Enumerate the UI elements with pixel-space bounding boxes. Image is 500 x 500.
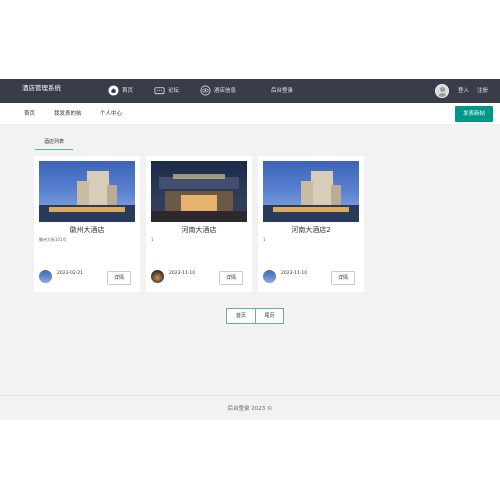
main-content: 酒店列表 徽州大酒店 徽州大街101号 2023-02-21 详情 河南大酒店 … — [0, 125, 500, 395]
author-avatar — [263, 270, 276, 283]
pagination: 首页 尾页 — [226, 308, 284, 324]
home-icon — [108, 85, 119, 96]
eye-icon — [200, 85, 211, 96]
hotel-title[interactable]: 河南大酒店2 — [258, 225, 364, 235]
subnav-my-posts[interactable]: 我发表的帖 — [54, 109, 82, 119]
detail-button[interactable]: 详情 — [331, 271, 355, 285]
hotel-title[interactable]: 徽州大酒店 — [34, 225, 140, 235]
chat-icon — [154, 87, 165, 95]
hotel-address: 1 — [263, 237, 266, 242]
footer-text[interactable]: 后台登录 2023 © — [0, 404, 500, 414]
hotel-title[interactable]: 河南大酒店 — [146, 225, 252, 235]
nav-home[interactable]: 首页 — [122, 86, 133, 96]
detail-button[interactable]: 详情 — [107, 271, 131, 285]
hotel-card: 河南大酒店 1 2023-11-10 详情 — [146, 156, 252, 292]
hotel-card: 徽州大酒店 徽州大街101号 2023-02-21 详情 — [34, 156, 140, 292]
hotel-address: 徽州大街101号 — [39, 237, 67, 242]
subnav-home[interactable]: 首页 — [24, 109, 35, 119]
hotel-address: 1 — [151, 237, 154, 242]
post-date: 2023-11-10 — [281, 271, 308, 276]
sub-navbar: 首页 我发表的帖 个人中心 发表新帖 — [0, 103, 500, 125]
tab-hotel-list[interactable]: 酒店列表 — [35, 137, 73, 150]
register-link[interactable]: 注册 — [477, 86, 488, 96]
footer: 后台登录 2023 © — [0, 395, 500, 420]
new-post-button[interactable]: 发表新帖 — [455, 106, 493, 122]
top-navbar: 酒店管理系统 首页 论坛 酒店信息 后台登录 登入 注册 — [0, 79, 500, 103]
nav-forum[interactable]: 论坛 — [168, 86, 179, 96]
subnav-profile[interactable]: 个人中心 — [100, 109, 122, 119]
author-avatar — [151, 270, 164, 283]
hotel-image[interactable] — [151, 161, 247, 222]
hotel-image[interactable] — [39, 161, 135, 222]
nav-hotel-info[interactable]: 酒店信息 — [214, 86, 236, 96]
hotel-image[interactable] — [263, 161, 359, 222]
brand-title: 酒店管理系统 — [22, 84, 61, 92]
login-link[interactable]: 登入 — [458, 86, 469, 96]
nav-admin-login[interactable]: 后台登录 — [271, 86, 293, 96]
author-avatar — [39, 270, 52, 283]
detail-button[interactable]: 详情 — [219, 271, 243, 285]
last-page-button[interactable]: 尾页 — [255, 309, 283, 323]
hotel-card: 河南大酒店2 1 2023-11-10 详情 — [258, 156, 364, 292]
first-page-button[interactable]: 首页 — [227, 309, 255, 323]
post-date: 2023-02-21 — [57, 271, 84, 276]
post-date: 2023-11-10 — [169, 271, 196, 276]
user-avatar-icon[interactable] — [435, 84, 449, 98]
